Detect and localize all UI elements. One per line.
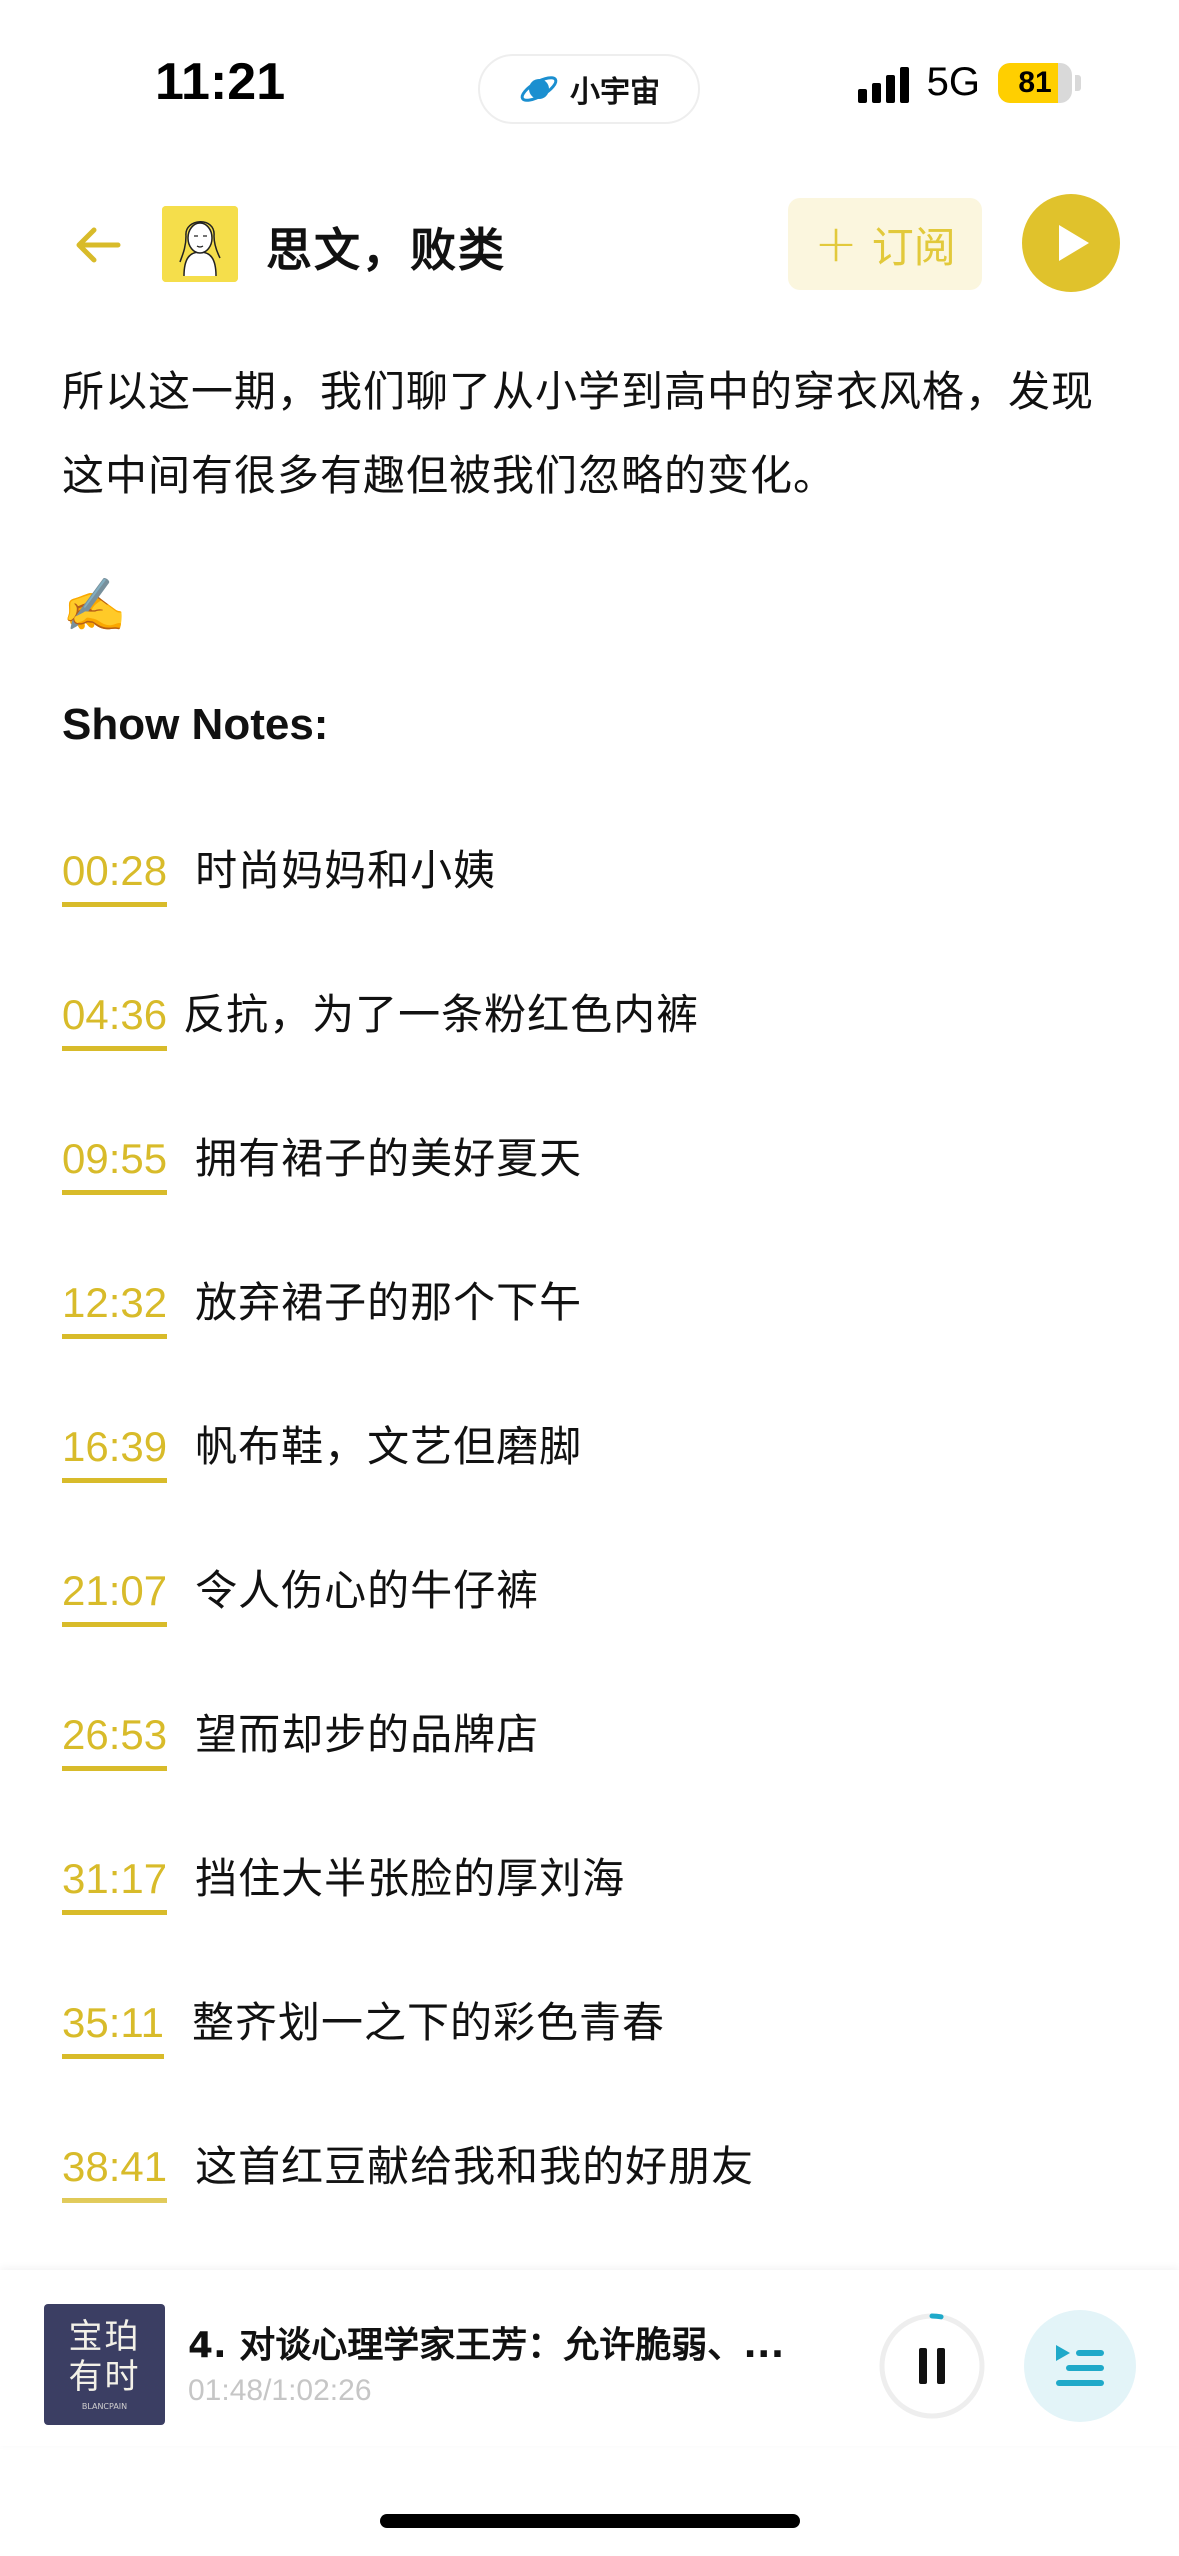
episode-cover[interactable]: 宝珀 有时 BLANCPAIN	[44, 2304, 165, 2425]
show-note-item: 26:53 望而却步的品牌店	[62, 1706, 1122, 1850]
podcast-avatar[interactable]	[162, 206, 238, 282]
pause-icon	[919, 2348, 927, 2384]
timestamp-link[interactable]: 35:11	[62, 1994, 164, 2059]
show-note-text: 望而却步的品牌店	[195, 1710, 540, 1759]
show-note-item: 09:55 拥有裙子的美好夏天	[62, 1130, 1122, 1274]
cover-brand: BLANCPAIN	[81, 2401, 128, 2411]
cellular-signal-icon	[857, 63, 909, 103]
playlist-button[interactable]	[1024, 2310, 1136, 2422]
network-type: 5G	[926, 60, 980, 104]
status-right: 5G 81	[857, 60, 1081, 105]
mini-player[interactable]: 宝珀 有时 BLANCPAIN 4. 对谈心理学家王芳：允许脆弱、... 01:4…	[0, 2270, 1179, 2446]
play-button[interactable]	[1022, 194, 1120, 292]
show-note-item: 21:07 令人伤心的牛仔裤	[62, 1562, 1122, 1706]
avatar-illustration-icon	[162, 206, 238, 282]
plus-icon: +	[814, 214, 858, 274]
episode-description: 所以这一期，我们聊了从小学到高中的穿衣风格，发现这中间有很多有趣但被我们忽略的变…	[62, 350, 1122, 2282]
play-icon	[1059, 225, 1089, 261]
show-note-text: 时尚妈妈和小姨	[195, 846, 497, 895]
back-button[interactable]	[62, 210, 132, 280]
intro-paragraph: 所以这一期，我们聊了从小学到高中的穿衣风格，发现这中间有很多有趣但被我们忽略的变…	[62, 367, 1095, 500]
planet-icon	[520, 76, 558, 102]
timestamp-link[interactable]: 31:17	[62, 1850, 168, 1915]
app-indicator-pill[interactable]: 小宇宙	[478, 54, 700, 124]
content-fade	[0, 2180, 1179, 2270]
battery-icon: 81	[998, 62, 1081, 103]
show-note-item: 16:39 帆布鞋，文艺但磨脚	[62, 1418, 1122, 1562]
episode-title[interactable]: 4. 对谈心理学家王芳：允许脆弱、...	[188, 2316, 828, 2368]
pause-button[interactable]	[876, 2310, 988, 2422]
show-note-text: 帆布鞋，文艺但磨脚	[195, 1422, 583, 1471]
subscribe-button[interactable]: + 订阅	[788, 198, 982, 290]
status-time: 11:21	[155, 53, 286, 111]
timestamp-link[interactable]: 00:28	[62, 842, 168, 907]
show-notes-heading: Show Notes:	[62, 700, 329, 749]
timestamp-link[interactable]: 21:07	[62, 1562, 168, 1627]
show-notes-list: 00:28 时尚妈妈和小姨 04:36 反抗，为了一条粉红色内裤 09:55 拥有裙子…	[62, 842, 1122, 2282]
show-note-item: 35:11 整齐划一之下的彩色青春	[62, 1994, 1122, 2138]
show-note-text: 挡住大半张脸的厚刘海	[195, 1854, 626, 1903]
playback-time: 01:48/1:02:26	[188, 2374, 372, 2407]
show-note-text: 令人伤心的牛仔裤	[195, 1566, 540, 1615]
podcast-header: 思文，败类 + 订阅	[0, 180, 1179, 308]
status-bar: 11:21 小宇宙 5G 81	[0, 0, 1179, 160]
timestamp-link[interactable]: 26:53	[62, 1706, 168, 1771]
show-note-text: 放弃裙子的那个下午	[195, 1278, 583, 1327]
app-name: 小宇宙	[570, 75, 660, 110]
home-indicator[interactable]	[380, 2514, 800, 2528]
subscribe-label: 订阅	[871, 222, 956, 272]
timestamp-link[interactable]: 16:39	[62, 1418, 168, 1483]
writing-hand-emoji: ✍️	[62, 576, 127, 636]
cover-title: 宝珀 有时	[68, 2316, 141, 2397]
podcast-title[interactable]: 思文，败类	[266, 214, 506, 280]
show-note-item: 00:28 时尚妈妈和小姨	[62, 842, 1122, 986]
timestamp-link[interactable]: 04:36	[62, 986, 168, 1051]
back-arrow-icon	[76, 227, 121, 263]
show-note-text: 拥有裙子的美好夏天	[195, 1134, 583, 1183]
show-note-text: 反抗，为了一条粉红色内裤	[183, 990, 700, 1039]
timestamp-link[interactable]: 12:32	[62, 1274, 168, 1339]
playback-progress-ring	[929, 2313, 944, 2320]
show-note-text: 整齐划一之下的彩色青春	[192, 1998, 666, 2047]
battery-percent: 81	[1018, 65, 1052, 99]
show-note-item: 12:32 放弃裙子的那个下午	[62, 1274, 1122, 1418]
timestamp-link[interactable]: 09:55	[62, 1130, 168, 1195]
show-note-item: 31:17 挡住大半张脸的厚刘海	[62, 1850, 1122, 1994]
playlist-icon	[1056, 2345, 1104, 2386]
show-note-item: 04:36 反抗，为了一条粉红色内裤	[62, 986, 1122, 1130]
